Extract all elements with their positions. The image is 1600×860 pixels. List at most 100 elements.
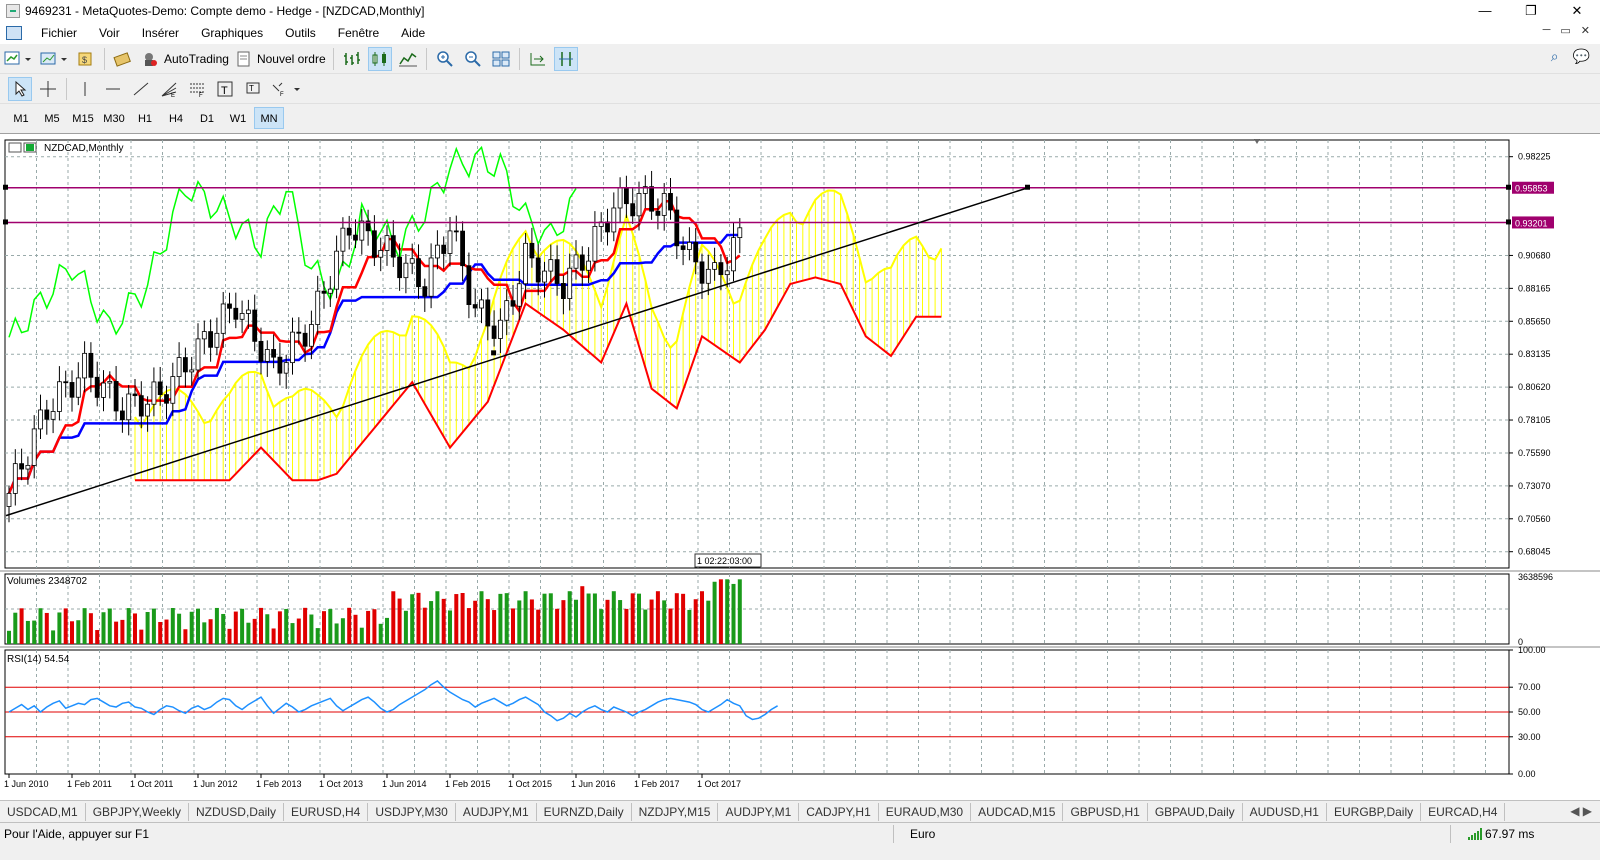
trendline-icon [133, 82, 149, 95]
volume-bar [681, 593, 686, 644]
crosshair-icon [40, 80, 56, 97]
arrows-button[interactable]: F [269, 77, 305, 101]
tab-gbpusd-h1[interactable]: GBPUSD,H1 [1063, 802, 1148, 821]
timeframe-m1[interactable]: M1 [6, 107, 36, 129]
text-label-icon: T [246, 82, 260, 93]
tab-nzdjpy-m15[interactable]: NZDJPY,M15 [632, 802, 719, 821]
autoscroll-button[interactable] [553, 46, 578, 71]
text-label-button[interactable]: T [241, 77, 265, 101]
chart-window-icon[interactable] [6, 26, 22, 40]
arrows-icon: F [272, 82, 300, 98]
chart-menu-icon[interactable] [8, 142, 22, 153]
fibonacci-fan-button[interactable]: E [157, 77, 181, 101]
timeframe-w1[interactable]: W1 [223, 107, 253, 129]
mdi-minimize-icon[interactable]: ─ [1543, 24, 1551, 37]
chat-icon[interactable]: 💬 [1573, 48, 1590, 65]
tile-windows-button[interactable] [489, 47, 513, 71]
connection-latency: 67.97 ms [1485, 827, 1535, 841]
tab-gbpaud-daily[interactable]: GBPAUD,Daily [1148, 802, 1243, 821]
candle-body [57, 381, 62, 412]
menu-fenetre[interactable]: Fenêtre [327, 26, 390, 40]
new-chart-button[interactable] [2, 47, 34, 71]
volume-bar [25, 620, 30, 644]
candle-body [189, 369, 195, 373]
tab-audjpy-m1[interactable]: AUDJPY,M1 [456, 802, 537, 821]
volume-bar [63, 608, 68, 644]
tab-audjpy-m1[interactable]: AUDJPY,M1 [718, 802, 800, 821]
volume-bar [397, 598, 402, 644]
menu-graphiques[interactable]: Graphiques [190, 26, 274, 40]
new-order-button[interactable]: Nouvel ordre [234, 47, 327, 71]
title-bar: 9469231 - MetaQuotes-Demo: Compte demo -… [0, 0, 1600, 22]
tab-cadjpy-h1[interactable]: CADJPY,H1 [799, 802, 879, 821]
chart-shift-button[interactable] [526, 47, 550, 71]
volume-bar [466, 608, 471, 644]
candle-body [264, 349, 270, 362]
timeframe-m5[interactable]: M5 [37, 107, 67, 129]
timeframe-h1[interactable]: H1 [130, 107, 160, 129]
zoom-out-button[interactable] [461, 47, 485, 71]
chart-window[interactable]: 0.98225 0.95853 0.93201 0.90680 0.88165 0.856… [0, 133, 1600, 800]
candlestick-button[interactable] [367, 46, 392, 71]
tab-scroll-arrows[interactable]: ◀ ▶ [1570, 804, 1592, 818]
volume-bar [208, 619, 213, 644]
menu-outils[interactable]: Outils [274, 26, 327, 40]
status-connection[interactable]: 67.97 ms [1468, 827, 1534, 841]
volume-bar [88, 613, 93, 644]
cursor-button[interactable] [8, 76, 32, 101]
tab-audusd-h1[interactable]: AUDUSD,H1 [1243, 802, 1327, 821]
profiles-button[interactable] [38, 47, 70, 71]
tab-usdjpy-m30[interactable]: USDJPY,M30 [368, 802, 456, 821]
timeframe-h4[interactable]: H4 [161, 107, 191, 129]
tab-eurgbp-daily[interactable]: EURGBP,Daily [1327, 802, 1422, 821]
templates-button[interactable]: $ [74, 47, 98, 71]
trendline-button[interactable] [129, 77, 153, 101]
timeframe-mn[interactable]: MN [254, 107, 284, 129]
volume-bar [38, 608, 43, 644]
tab-audcad-m15[interactable]: AUDCAD,M15 [971, 802, 1064, 821]
timeframe-d1[interactable]: D1 [192, 107, 222, 129]
timeframe-m30[interactable]: M30 [99, 107, 129, 129]
navigator-button[interactable] [111, 47, 135, 71]
menu-fichier[interactable]: Fichier [30, 26, 88, 40]
tab-usdcad-m1[interactable]: USDCAD,M1 [0, 802, 86, 821]
time-tick-label: 1 Oct 2017 [697, 779, 741, 789]
vertical-line-button[interactable] [73, 77, 97, 101]
tab-euraud-m30[interactable]: EURAUD,M30 [879, 802, 972, 821]
tab-eurcad-h4[interactable]: EURCAD,H4 [1421, 802, 1506, 821]
fibonacci-retracement-button[interactable]: F [185, 77, 209, 101]
timeframe-m15[interactable]: M15 [68, 107, 98, 129]
crosshair-button[interactable] [36, 77, 60, 101]
volume-bar [435, 591, 440, 644]
candle-body [258, 340, 264, 362]
bar-chart-button[interactable] [340, 47, 364, 71]
time-tick-label: 1 Oct 2015 [508, 779, 552, 789]
maximize-button[interactable]: ❐ [1508, 0, 1554, 22]
volume-bar [706, 600, 711, 644]
menu-inserer[interactable]: Insérer [131, 26, 190, 40]
minimize-button[interactable]: — [1462, 0, 1508, 22]
volume-bar [618, 600, 623, 644]
candle-body [290, 331, 295, 364]
text-icon: T [217, 81, 233, 97]
mdi-restore-icon[interactable]: ▭ [1560, 24, 1570, 37]
zoom-in-button[interactable] [433, 47, 457, 71]
tab-eurusd-h4[interactable]: EURUSD,H4 [284, 802, 369, 821]
volume-bar [441, 598, 446, 644]
close-button[interactable]: ✕ [1554, 0, 1600, 22]
search-icon[interactable]: ⌕ [1551, 48, 1559, 65]
menu-aide[interactable]: Aide [390, 26, 436, 40]
tab-nzdusd-daily[interactable]: NZDUSD,Daily [189, 802, 284, 821]
tab-gbpjpy-weekly[interactable]: GBPJPY,Weekly [86, 802, 189, 821]
menu-voir[interactable]: Voir [88, 26, 131, 40]
chart-canvas[interactable]: 0.98225 0.95853 0.93201 0.90680 0.88165 0.856… [0, 134, 1600, 801]
candle-body [38, 409, 43, 430]
mdi-close-icon[interactable]: ✕ [1581, 24, 1590, 37]
rsi-tick-label: 100.00 [1518, 645, 1546, 655]
tab-eurnzd-daily[interactable]: EURNZD,Daily [537, 802, 632, 821]
horizontal-line-button[interactable] [101, 77, 125, 101]
line-chart-button[interactable] [396, 47, 420, 71]
autotrading-button[interactable]: AutoTrading [139, 47, 230, 71]
chart-shift-marker [1254, 139, 1260, 144]
text-button[interactable]: T [213, 77, 237, 101]
